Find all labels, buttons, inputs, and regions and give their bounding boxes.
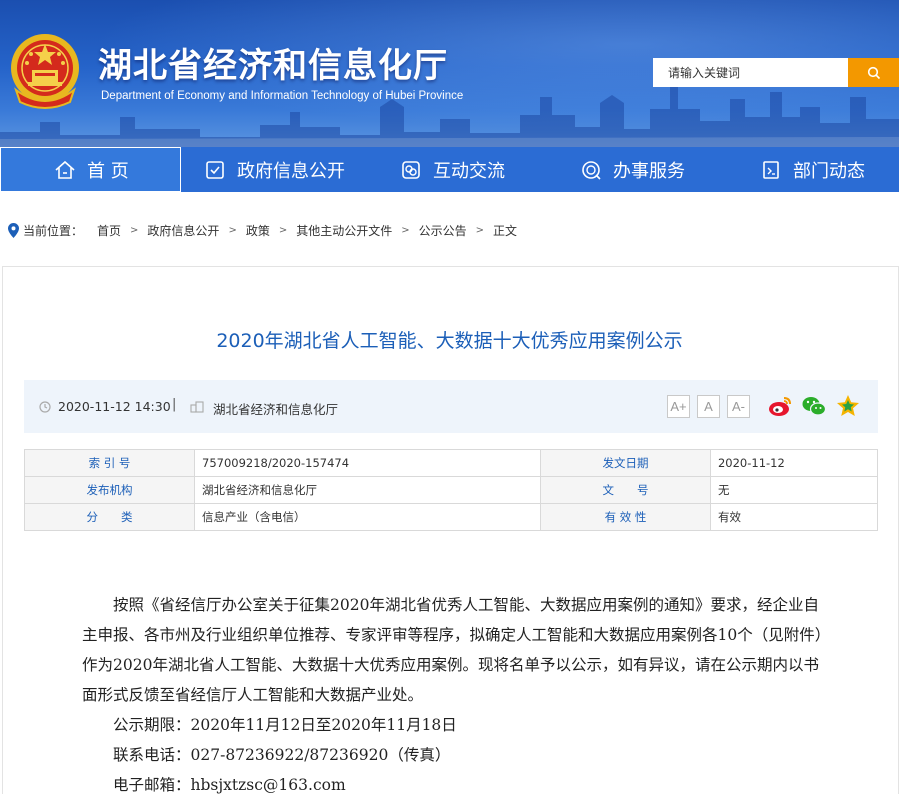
font-increase-button[interactable]: A+ (667, 395, 690, 418)
favorite-star-icon[interactable] (835, 393, 861, 419)
meta-separator: | (172, 397, 177, 412)
breadcrumb-prefix: 当前位置： (23, 223, 84, 238)
table-row: 分 类 信息产业（含电信） 有 效 性 有效 (24, 503, 879, 531)
nav-item-label: 部门动态 (793, 160, 865, 182)
breadcrumb: 当前位置： 首页 > 政府信息公开 > 政策 > 其他主动公开文件 > 公示公告… (8, 221, 517, 239)
nav-item-interaction[interactable]: 互动交流 (379, 147, 559, 192)
index-number-label: 索 引 号 (24, 449, 195, 477)
publish-source: 湖北省经济和信息化厅 (213, 402, 339, 417)
document-number-value: 无 (709, 476, 879, 504)
nav-item-label: 互动交流 (433, 160, 505, 182)
news-icon (759, 158, 783, 182)
chevron-right-icon: > (475, 224, 485, 236)
contact-email: 电子邮箱：hbsjxtzsc@163.com (113, 776, 346, 794)
clock-icon (39, 401, 51, 413)
issue-date-label: 发文日期 (539, 449, 711, 477)
location-pin-icon (8, 222, 19, 238)
breadcrumb-current: 正文 (493, 223, 518, 238)
publisher-value: 湖北省经济和信息化厅 (194, 476, 541, 504)
nav-item-label: 首 页 (87, 160, 129, 182)
category-value: 信息产业（含电信） (194, 503, 541, 531)
site-subtitle: Department of Economy and Information Te… (101, 90, 464, 102)
wechat-icon[interactable] (801, 393, 827, 419)
nav-item-services[interactable]: 办事服务 (559, 147, 739, 192)
table-row: 索 引 号 757009218/2020-157474 发文日期 2020-11… (24, 449, 879, 477)
nav-item-label: 政府信息公开 (237, 160, 345, 182)
site-title: 湖北省经济和信息化厅 (98, 46, 448, 86)
article-body: 按照《省经信厅办公室关于征集2020年湖北省优秀人工智能、大数据应用案例的通知》… (82, 590, 827, 794)
nav-item-label: 办事服务 (613, 160, 685, 182)
article-title: 2020年湖北省人工智能、大数据十大优秀应用案例公示 (216, 330, 683, 352)
city-skyline-image (0, 87, 899, 147)
breadcrumb-other-files[interactable]: 其他主动公开文件 (296, 222, 392, 239)
search-icon (867, 66, 880, 79)
article-meta-bar: 2020-11-12 14:30 | 湖北省经济和信息化厅 A+ A A- (24, 380, 878, 433)
chevron-right-icon: > (401, 224, 410, 236)
organization-icon (190, 401, 204, 413)
site-header: 湖北省经济和信息化厅 Department of Economy and Inf… (0, 0, 899, 147)
breadcrumb-gov-info[interactable]: 政府信息公开 (147, 222, 219, 239)
main-nav: 首 页 政府信息公开 互动交流 办事服务 部门动态 (0, 147, 899, 192)
search-input[interactable] (653, 58, 848, 87)
issue-date-value: 2020-11-12 (709, 449, 879, 477)
document-check-icon (203, 158, 227, 182)
nav-item-gov-info[interactable]: 政府信息公开 (181, 147, 379, 192)
breadcrumb-policy[interactable]: 政策 (246, 222, 270, 239)
service-icon (579, 158, 603, 182)
body-paragraph: 按照《省经信厅办公室关于征集2020年湖北省优秀人工智能、大数据应用案例的通知》… (82, 596, 823, 704)
home-icon (53, 158, 77, 182)
nav-item-news[interactable]: 部门动态 (739, 147, 899, 192)
document-info-table: 索 引 号 757009218/2020-157474 发文日期 2020-11… (24, 449, 879, 531)
nav-item-home[interactable]: 首 页 (0, 147, 181, 192)
document-number-label: 文 号 (539, 476, 711, 504)
table-row: 发布机构 湖北省经济和信息化厅 文 号 无 (24, 476, 879, 504)
chevron-right-icon: > (228, 224, 237, 236)
breadcrumb-home[interactable]: 首页 (97, 222, 121, 239)
category-label: 分 类 (24, 503, 195, 531)
notice-period: 公示期限：2020年11月12日至2020年11月18日 (113, 716, 457, 734)
index-number-value: 757009218/2020-157474 (194, 449, 541, 477)
contact-phone: 联系电话：027-87236922/87236920（传真） (113, 746, 451, 764)
font-default-button[interactable]: A (697, 395, 720, 418)
national-emblem-icon (11, 34, 79, 109)
publish-datetime: 2020-11-12 14:30 (58, 399, 171, 414)
search-button[interactable] (848, 58, 899, 87)
font-decrease-button[interactable]: A- (727, 395, 750, 418)
weibo-icon[interactable] (767, 393, 793, 419)
breadcrumb-notices[interactable]: 公示公告 (419, 222, 467, 239)
validity-label: 有 效 性 (539, 503, 711, 531)
publisher-label: 发布机构 (24, 476, 195, 504)
chevron-right-icon: > (278, 224, 288, 236)
chat-icon (399, 158, 423, 182)
validity-value: 有效 (709, 503, 879, 531)
chevron-right-icon: > (130, 224, 139, 236)
